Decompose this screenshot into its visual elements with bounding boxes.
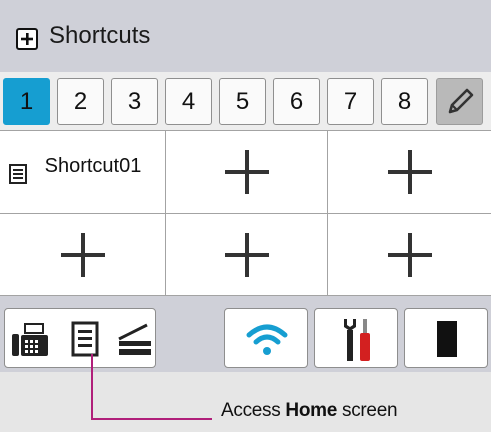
- tab-1[interactable]: 1: [3, 78, 50, 125]
- wifi-status-button[interactable]: [224, 308, 308, 368]
- tab-6[interactable]: 6: [273, 78, 320, 125]
- add-box-icon: [16, 28, 38, 50]
- add-shortcut-button[interactable]: [328, 213, 491, 295]
- add-shortcut-button[interactable]: [166, 131, 328, 213]
- bottom-bar: [0, 296, 491, 372]
- toner-status-button[interactable]: [404, 308, 488, 368]
- shortcut-button-shortcut01[interactable]: Shortcut01: [0, 131, 166, 213]
- pencil-icon: [448, 88, 474, 114]
- tab-3[interactable]: 3: [111, 78, 158, 125]
- copy-document-icon: [9, 164, 27, 184]
- shortcut-grid: Shortcut01: [0, 130, 491, 296]
- plus-icon: [387, 150, 432, 194]
- copy-document-icon: [71, 321, 99, 357]
- shortcut-page-tabs: 1 2 3 4 5 6 7 8: [0, 72, 491, 130]
- plus-icon: [60, 232, 105, 277]
- tab-4[interactable]: 4: [165, 78, 212, 125]
- shortcut-label: Shortcut01: [44, 155, 142, 177]
- tab-2[interactable]: 2: [57, 78, 104, 125]
- add-shortcut-button[interactable]: [0, 213, 166, 295]
- home-button[interactable]: [4, 308, 156, 368]
- add-shortcut-button[interactable]: [166, 213, 328, 295]
- settings-tools-icon: [344, 319, 370, 361]
- plus-icon: [224, 150, 269, 194]
- wifi-icon: [246, 324, 288, 355]
- toner-icon: [437, 321, 457, 357]
- tab-8[interactable]: 8: [381, 78, 428, 125]
- settings-button[interactable]: [314, 308, 398, 368]
- plus-icon: [224, 232, 269, 277]
- callout-label: Access Home screen: [221, 400, 398, 421]
- tab-5[interactable]: 5: [219, 78, 266, 125]
- add-shortcut-button[interactable]: [328, 131, 491, 213]
- edit-shortcuts-tab[interactable]: [436, 78, 483, 125]
- fax-icon: [12, 323, 48, 356]
- plus-icon: [387, 232, 432, 277]
- page-title: Shortcuts: [49, 22, 151, 49]
- tab-7[interactable]: 7: [327, 78, 374, 125]
- header-bar: Shortcuts: [0, 0, 491, 72]
- scanner-icon: [118, 323, 151, 355]
